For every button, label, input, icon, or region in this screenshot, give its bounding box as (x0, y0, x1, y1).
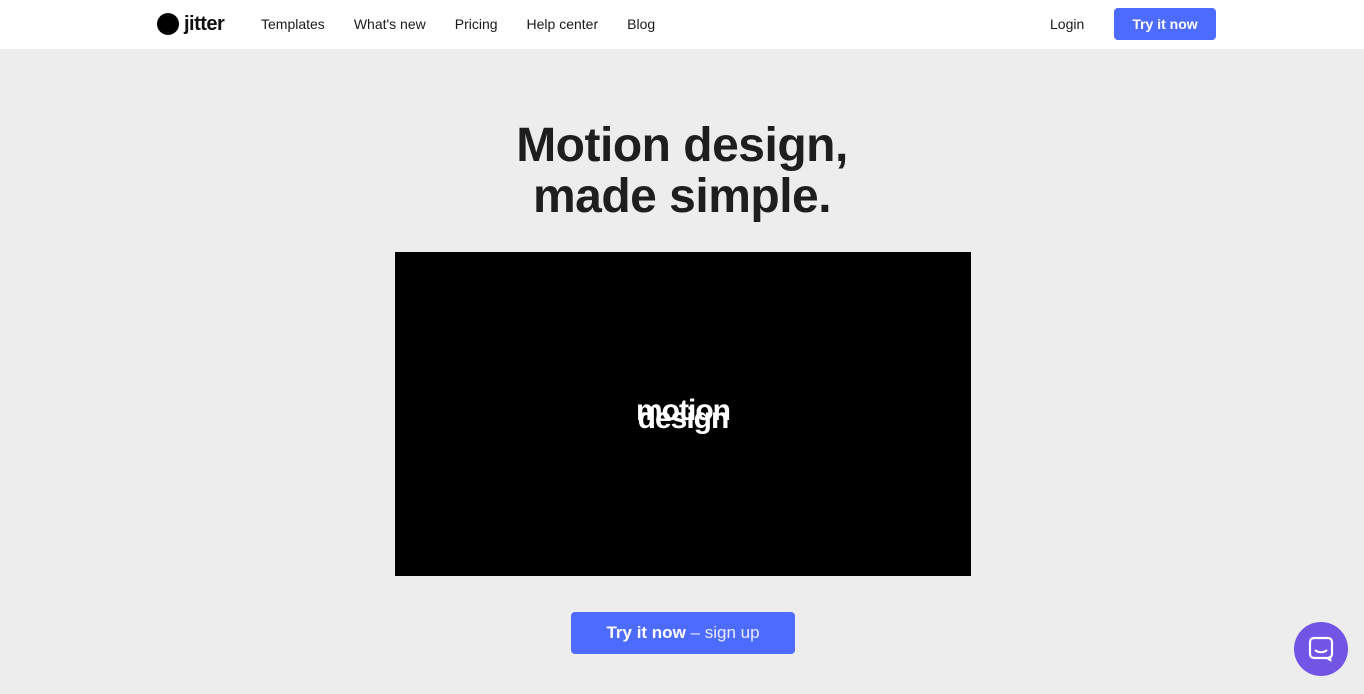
top-navigation-bar: jitter Templates What's new Pricing Help… (0, 0, 1364, 49)
try-it-now-signup-button[interactable]: Try it now – sign up (571, 612, 795, 654)
try-it-now-button[interactable]: Try it now (1114, 8, 1216, 40)
hero-video-player[interactable]: motion design (395, 252, 971, 576)
video-word-design: design (637, 402, 730, 435)
chat-bubble-icon (1308, 636, 1334, 662)
cta-strong-label: Try it now (606, 623, 686, 642)
chat-launcher-button[interactable] (1294, 622, 1348, 676)
login-link[interactable]: Login (1050, 14, 1084, 34)
jitter-logo-link[interactable]: jitter (157, 12, 225, 36)
nav-whats-new[interactable]: What's new (354, 14, 426, 34)
nav-templates[interactable]: Templates (261, 14, 325, 34)
cta-light-label: – sign up (690, 623, 760, 642)
logo-wordmark: jitter (184, 13, 225, 35)
main-nav: Templates What's new Pricing Help center… (261, 14, 684, 34)
headline-line-1: Motion design, (516, 119, 848, 172)
nav-pricing[interactable]: Pricing (455, 14, 498, 34)
hero-headline: Motion design, made simple. (382, 120, 982, 222)
headline-line-2: made simple. (532, 170, 832, 223)
nav-blog[interactable]: Blog (627, 14, 655, 34)
jitter-logo-dot-icon (157, 13, 179, 35)
nav-help-center[interactable]: Help center (527, 14, 599, 34)
